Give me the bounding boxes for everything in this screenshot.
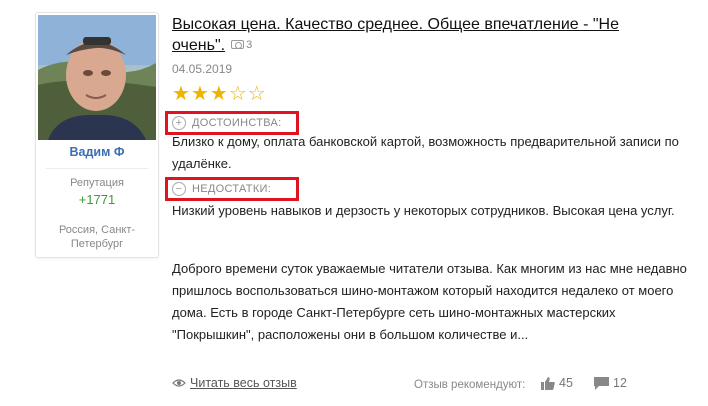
reputation-label: Репутация [70,177,124,189]
thumbs-up-icon [541,376,555,390]
review-date: 04.05.2019 [172,62,233,76]
card-divider [46,168,148,169]
rating-stars: ★★★☆☆ [172,83,267,105]
read-all-link[interactable]: Читать весь отзыв [172,376,297,390]
star-icon: ★ [172,83,191,105]
likes-count: 45 [559,376,573,390]
star-icon: ★ [190,83,210,105]
star-icon: ☆ [228,83,248,105]
recommend-label: Отзыв рекомендуют: [414,379,526,391]
cons-highlight-box [165,177,299,201]
star-icon: ★ [209,83,229,105]
cons-text: Низкий уровень навыков и дерзость у неко… [172,203,675,218]
camera-icon [231,40,245,49]
comments-count: 12 [613,376,627,390]
review-body: Доброго времени суток уважаемые читатели… [172,261,687,342]
photo-count-value: 3 [246,39,253,51]
review-title[interactable]: Высокая цена. Качество среднее. Общее вп… [172,15,642,56]
pros-text: Близко к дому, оплата банковской картой,… [172,134,679,171]
author-name[interactable]: Вадим Ф [36,145,158,159]
eye-icon [172,379,186,387]
star-icon: ☆ [247,83,267,105]
author-location: Россия, Санкт-Петербург [58,224,136,250]
comment-icon [594,376,609,390]
read-all-label[interactable]: Читать весь отзыв [190,376,297,390]
comments-button[interactable]: 12 [594,376,627,390]
avatar[interactable] [38,15,156,140]
reputation-value: +1771 [78,192,116,207]
author-card: Вадим Ф Репутация +1771 Россия, Санкт-Пе… [35,12,159,258]
likes-button[interactable]: 45 [541,376,573,390]
photo-count[interactable]: 3 [231,35,252,55]
